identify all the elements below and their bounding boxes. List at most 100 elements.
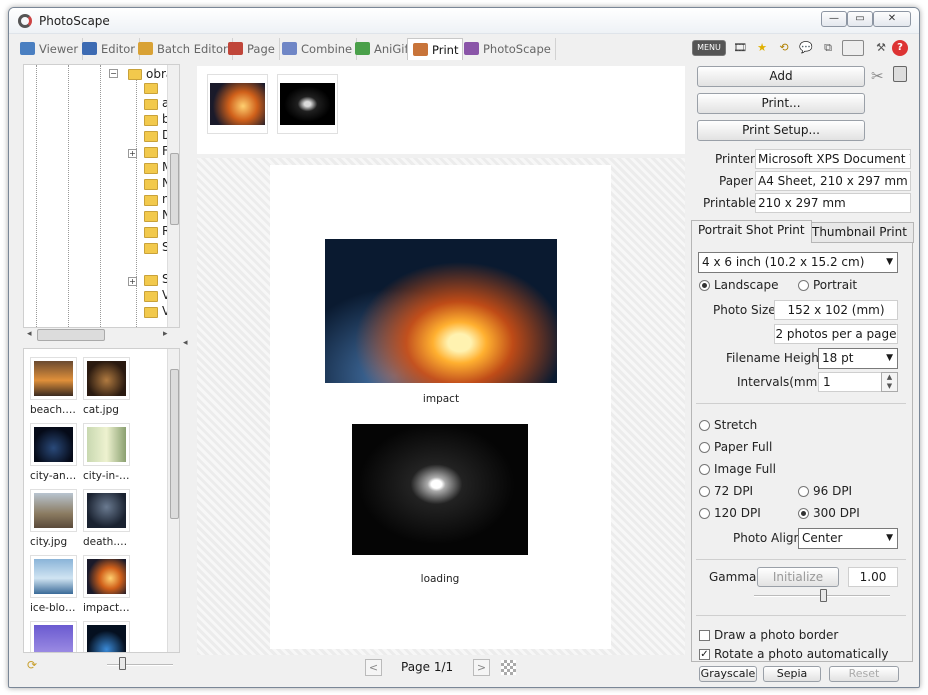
next-page-button[interactable]: > (473, 659, 490, 676)
photo-align-select[interactable]: Center ▼ (798, 528, 898, 549)
close-button[interactable]: ✕ (873, 11, 911, 27)
intervals-spinner[interactable]: ▲ ▼ (881, 372, 898, 392)
thumb-beach[interactable] (30, 357, 77, 400)
thumb-size-slider-handle[interactable] (119, 657, 126, 670)
tab-combine[interactable]: Combine (277, 38, 358, 60)
thumb-city-an[interactable] (30, 423, 77, 466)
landscape-radio[interactable] (699, 280, 710, 291)
help-icon[interactable]: ? (892, 40, 908, 56)
print-setup-button[interactable]: Print Setup... (697, 120, 865, 141)
dropdown-arrow-icon: ▼ (886, 353, 893, 363)
rotate-auto-checkbox[interactable]: ✓ (699, 649, 710, 660)
print-button[interactable]: Print... (697, 93, 865, 114)
selected-thumb-loading[interactable] (277, 74, 338, 134)
dpi96-label: 96 DPI (813, 484, 853, 498)
tree-expand-toggle[interactable]: + (128, 149, 137, 158)
folder-icon (144, 115, 158, 126)
dropdown-arrow-icon: ▼ (886, 257, 893, 267)
printer-value: Microsoft XPS Document Wr (755, 149, 911, 169)
paper-full-radio[interactable] (699, 442, 710, 453)
background-pattern-icon[interactable] (501, 660, 516, 675)
paper-size-value: 4 x 6 inch (10.2 x 15.2 cm) (702, 255, 865, 269)
star-icon[interactable]: ★ (754, 40, 770, 56)
thumb-death[interactable] (83, 489, 130, 532)
thumb-impact[interactable] (83, 555, 130, 598)
scroll-thumb[interactable] (170, 153, 179, 225)
sepia-button[interactable]: Sepia (763, 666, 821, 682)
folder-icon (144, 147, 158, 158)
scroll-thumb[interactable] (170, 369, 179, 519)
batch-editor-icon (138, 42, 153, 55)
trash-icon[interactable] (893, 66, 907, 82)
filename-height-select[interactable]: 18 pt ▼ (818, 348, 898, 369)
initialize-button[interactable]: Initialize (757, 567, 839, 587)
menu-icon[interactable]: MENU (692, 40, 726, 56)
copy-icon[interactable]: ⧉ (820, 40, 836, 56)
restore-button[interactable]: ▭ (847, 11, 873, 27)
rotate-view-icon[interactable]: ⟳ (27, 658, 37, 672)
refresh-icon[interactable]: ⟲ (776, 40, 792, 56)
scroll-left-icon[interactable]: ◂ (27, 329, 32, 339)
tree-vertical-scrollbar[interactable] (167, 65, 179, 327)
tab-page[interactable]: Page (223, 38, 280, 60)
tools-icon[interactable]: ⚒ (874, 40, 888, 56)
prev-page-button[interactable]: < (365, 659, 382, 676)
thumb-city[interactable] (30, 489, 77, 532)
folder-tree[interactable]: − obra a b D + F M N n N R S + S V V (23, 64, 180, 328)
photo-caption: loading (420, 573, 460, 585)
add-button[interactable]: Add (697, 66, 865, 87)
thumb-label: ice-blo… (30, 602, 76, 614)
thumb-label: city.jpg (30, 536, 68, 548)
minimize-button[interactable]: — (821, 11, 847, 27)
editor-icon (82, 42, 97, 55)
dpi72-radio[interactable] (699, 486, 710, 497)
divider (696, 403, 906, 404)
scroll-right-icon[interactable]: ▸ (163, 329, 168, 339)
dpi300-radio[interactable] (798, 508, 809, 519)
thumb-purple[interactable] (30, 621, 77, 652)
thumb-city-in[interactable] (83, 423, 130, 466)
tree-collapse-toggle[interactable]: − (109, 69, 118, 78)
tab-thumbnail-print[interactable]: Thumbnail Print (805, 222, 914, 243)
rotate-auto-label: Rotate a photo automatically (714, 647, 889, 661)
paper-size-select[interactable]: 4 x 6 inch (10.2 x 15.2 cm) ▼ (698, 252, 898, 273)
selected-thumb-impact[interactable] (207, 74, 268, 134)
tree-horizontal-scrollbar[interactable]: ◂ ▸ (23, 328, 180, 343)
grayscale-button[interactable]: Grayscale (699, 666, 757, 682)
thumbnail-image (87, 493, 126, 528)
portrait-radio[interactable] (798, 280, 809, 291)
file-thumbnail-list[interactable]: beach.… cat.jpg city-an… city-in-… city.… (23, 348, 180, 653)
scissors-icon[interactable]: ✂ (871, 67, 884, 85)
thumb-planet[interactable] (83, 621, 130, 652)
stretch-radio[interactable] (699, 420, 710, 431)
thumb-size-slider[interactable] (107, 664, 173, 666)
speech-icon[interactable]: 💬 (798, 40, 814, 56)
tab-portrait-shot-print[interactable]: Portrait Shot Print (691, 220, 812, 243)
tab-editor[interactable]: Editor (77, 38, 141, 60)
tab-batch-editor[interactable]: Batch Editor (133, 38, 233, 60)
tab-viewer[interactable]: Viewer (15, 38, 84, 60)
thumb-label: beach.… (30, 404, 76, 416)
thumbs-vertical-scrollbar[interactable] (167, 349, 179, 652)
tab-photoscape[interactable]: PhotoScape (459, 38, 556, 60)
thumb-ice-blo[interactable] (30, 555, 77, 598)
image-full-radio[interactable] (699, 464, 710, 475)
photo-size-label: Photo Size (713, 303, 776, 317)
tab-print[interactable]: Print (407, 38, 464, 60)
draw-border-checkbox[interactable] (699, 630, 710, 641)
collapse-panel-icon[interactable]: ◂ (183, 338, 188, 348)
intervals-input[interactable]: 1 (818, 372, 882, 392)
combine-icon (282, 42, 297, 55)
dpi96-radio[interactable] (798, 486, 809, 497)
scroll-thumb[interactable] (37, 329, 105, 341)
tree-expand-toggle[interactable]: + (128, 277, 137, 286)
tab-anigif[interactable]: AniGif (350, 38, 414, 60)
selected-photos-strip[interactable] (197, 66, 685, 154)
reset-button[interactable]: Reset (829, 666, 899, 682)
display-icon[interactable] (842, 40, 864, 56)
thumb-cat[interactable] (83, 357, 130, 400)
gamma-slider-handle[interactable] (820, 589, 827, 602)
film-icon[interactable]: 🎞 (732, 40, 748, 56)
draw-border-label: Draw a photo border (714, 628, 839, 642)
dpi120-radio[interactable] (699, 508, 710, 519)
